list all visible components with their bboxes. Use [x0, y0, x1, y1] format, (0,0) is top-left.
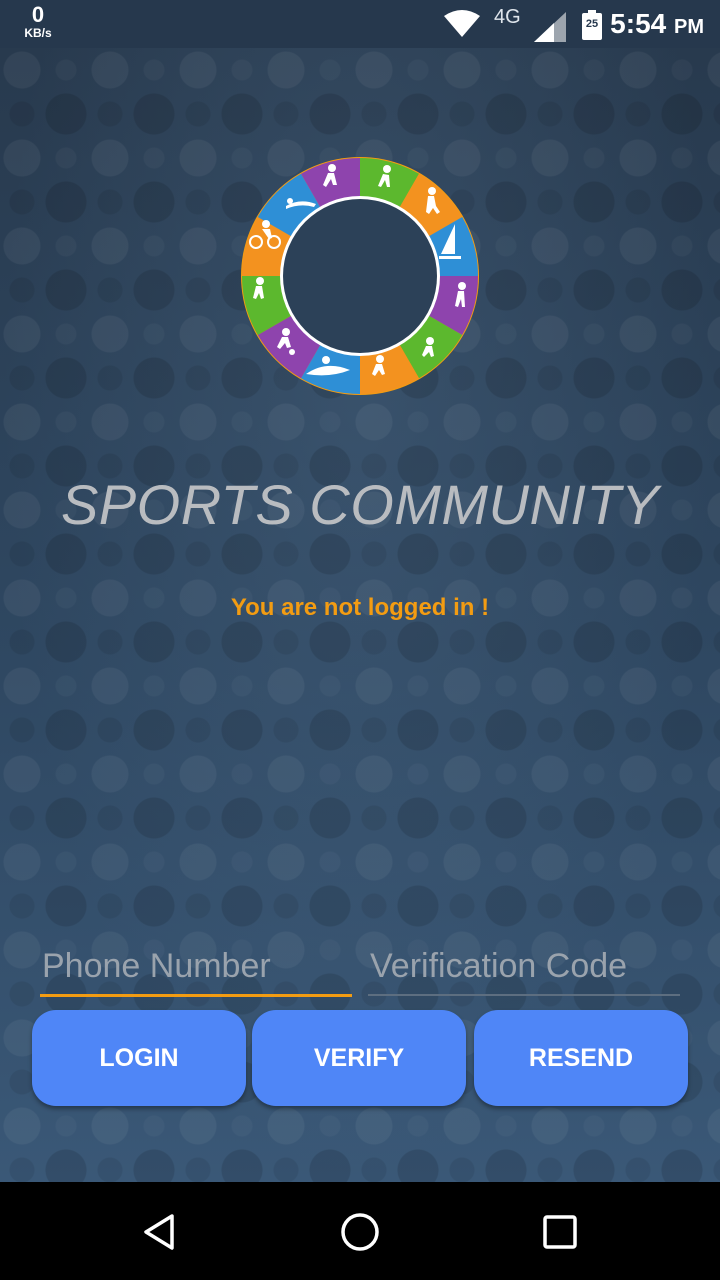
- signal-icon: [534, 12, 566, 42]
- status-bar: 0 KB/s 4G 25 5:54 PM: [0, 0, 720, 48]
- wifi-icon: [444, 10, 480, 37]
- clock-ampm: PM: [674, 16, 704, 38]
- login-button[interactable]: LOGIN: [32, 1010, 246, 1106]
- navigation-bar: [0, 1182, 720, 1280]
- network-speed-value: 0: [31, 2, 45, 27]
- login-status-message: You are not logged in !: [230, 594, 490, 621]
- home-icon[interactable]: [338, 1210, 382, 1254]
- battery-level: 25: [585, 18, 599, 30]
- recents-icon[interactable]: [538, 1210, 582, 1254]
- clock-time: 5:54: [610, 8, 667, 39]
- battery-icon: 25: [582, 10, 602, 40]
- sports-ring-logo: [241, 157, 479, 395]
- status-clock: 5:54 PM: [610, 8, 704, 40]
- network-speed: 0 KB/s: [18, 2, 58, 40]
- verification-code-input[interactable]: [368, 938, 680, 996]
- back-icon[interactable]: [138, 1210, 182, 1254]
- resend-button[interactable]: RESEND: [474, 1010, 688, 1106]
- verify-button[interactable]: VERIFY: [252, 1010, 466, 1106]
- network-type: 4G: [494, 6, 521, 28]
- network-speed-unit: KB/s: [24, 26, 52, 40]
- phone-number-input[interactable]: [40, 938, 352, 997]
- app-title: SPORTS COMMUNITY: [60, 473, 660, 536]
